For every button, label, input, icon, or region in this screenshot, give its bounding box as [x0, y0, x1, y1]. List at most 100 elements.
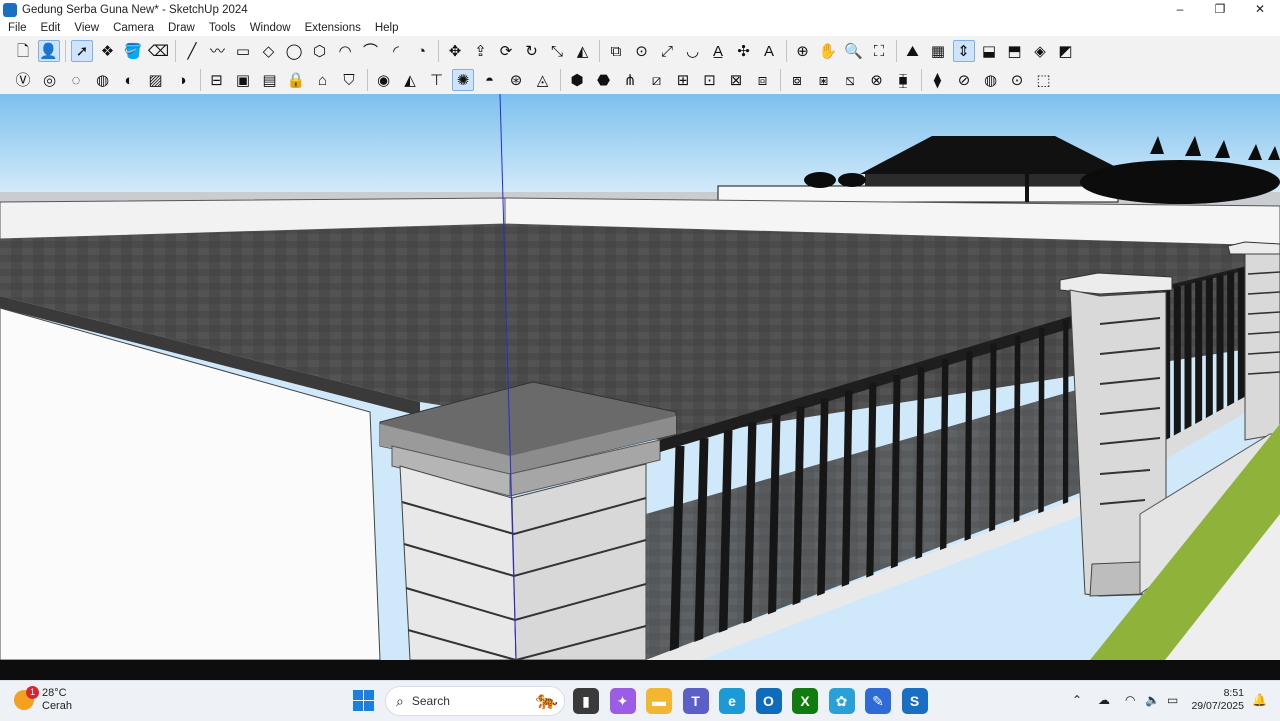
task-view-icon[interactable]: ▮ [573, 688, 599, 714]
notification-bell-icon[interactable]: 🔔 [1252, 693, 1267, 707]
text-tool-icon[interactable]: A̲ [707, 40, 729, 62]
sandbox-smoove-icon[interactable]: ⇕ [953, 40, 975, 62]
pen-app-icon[interactable]: ✎ [865, 688, 891, 714]
menu-extensions[interactable]: Extensions [297, 22, 367, 34]
clock[interactable]: 8:51 29/07/2025 [1191, 687, 1244, 713]
dimension-icon[interactable]: ⤢ [656, 40, 678, 62]
intersect-icon[interactable]: ⊗ [866, 69, 888, 91]
extension-warehouse-icon[interactable]: ⛉ [338, 69, 360, 91]
close-button[interactable]: ✕ [1240, 0, 1280, 19]
rectangle-icon[interactable]: ▭ [232, 40, 254, 62]
line-tool-icon[interactable]: ╱ [181, 40, 203, 62]
component-icon[interactable]: ❖ [97, 40, 119, 62]
section-plane-icon[interactable]: ⊟ [206, 69, 228, 91]
sandbox-scratch-icon[interactable]: ▦ [927, 40, 949, 62]
menu-tools[interactable]: Tools [201, 22, 242, 34]
follow-me-icon[interactable]: ↻ [521, 40, 543, 62]
color-app-icon[interactable]: ✿ [829, 688, 855, 714]
lock-icon[interactable]: 🔒 [285, 69, 307, 91]
tape-measure-icon[interactable]: ⊙ [631, 40, 653, 62]
section-fill-icon[interactable]: ▤ [259, 69, 281, 91]
outlook-icon[interactable]: O [756, 688, 782, 714]
battery-icon[interactable]: ▭ [1167, 693, 1178, 707]
copilot-icon[interactable]: ✦ [610, 688, 636, 714]
teams-icon[interactable]: T [683, 688, 709, 714]
axes-icon[interactable]: ✣ [733, 40, 755, 62]
wifi-icon[interactable]: ◠ [1125, 693, 1135, 707]
taskbar-search[interactable]: ⌕ Search 🐅 [385, 686, 565, 716]
sandbox-flip-edge-icon[interactable]: ◩ [1055, 40, 1077, 62]
style-wireframe-icon[interactable]: ◌ [65, 69, 87, 91]
left-view-icon[interactable]: ⧈ [752, 69, 774, 91]
offset-icon[interactable]: ⧉ [605, 40, 627, 62]
grass-icon[interactable]: ⋔ [619, 69, 641, 91]
top-view-icon[interactable]: ⬣ [593, 69, 615, 91]
fog-icon[interactable]: ◓ [479, 69, 501, 91]
front-view-icon[interactable]: ⊞ [672, 69, 694, 91]
model-viewport[interactable] [0, 94, 1280, 660]
menu-view[interactable]: View [66, 22, 105, 34]
rotate-icon[interactable]: ⟳ [495, 40, 517, 62]
shadows-icon[interactable]: ✺ [452, 69, 474, 91]
arc-2pt-icon[interactable]: ⌒ [360, 40, 382, 62]
circle-icon[interactable]: ◯ [283, 40, 305, 62]
menu-window[interactable]: Window [242, 22, 297, 34]
style-hidden-line-icon[interactable]: ◍ [92, 69, 114, 91]
pan-icon[interactable]: ✋ [817, 40, 839, 62]
sandbox-contours-icon[interactable]: ⛰ [902, 40, 924, 62]
weather-widget[interactable]: 1 28°C Cerah [14, 687, 72, 713]
volume-icon[interactable]: 🔈 [1145, 693, 1160, 707]
protractor-icon[interactable]: ◡ [682, 40, 704, 62]
sketchup-icon[interactable]: S [902, 688, 928, 714]
menu-camera[interactable]: Camera [105, 22, 160, 34]
xray-cube-icon[interactable]: ⊙ [1006, 69, 1028, 91]
back-view-icon[interactable]: ⊠ [725, 69, 747, 91]
style-backedges-icon[interactable]: ◎ [39, 69, 61, 91]
3d-text-icon[interactable]: A [758, 40, 780, 62]
select-tool-icon[interactable]: ➚ [71, 40, 93, 62]
scale-icon[interactable]: ⤡ [546, 40, 568, 62]
outer-shell-icon[interactable]: ⧇ [786, 69, 808, 91]
edge-icon[interactable]: e [719, 688, 745, 714]
tray-overflow-icon[interactable]: ⌃ [1072, 693, 1082, 707]
split-icon[interactable]: ⧫ [927, 69, 949, 91]
camera-position-icon[interactable]: ◬ [532, 69, 554, 91]
start-button[interactable] [353, 690, 374, 711]
zoom-extents-icon[interactable]: ⛶ [868, 40, 890, 62]
onedrive-icon[interactable]: ☁ [1098, 693, 1110, 707]
move-icon[interactable]: ✥ [444, 40, 466, 62]
sandbox-drape-icon[interactable]: ⬒ [1004, 40, 1026, 62]
flip-icon[interactable]: ◭ [572, 40, 594, 62]
right-view-icon[interactable]: ⊡ [699, 69, 721, 91]
pie-icon[interactable]: ◔ [411, 40, 433, 62]
move-cursor-icon[interactable]: ⬚ [1033, 69, 1055, 91]
account-icon[interactable]: 👤 [38, 40, 60, 62]
menu-help[interactable]: Help [367, 22, 405, 34]
menu-edit[interactable]: Edit [33, 22, 67, 34]
polygon-icon[interactable]: ⬡ [309, 40, 331, 62]
arc-3pt-icon[interactable]: ◜ [385, 40, 407, 62]
hide-icon[interactable]: ⊘ [953, 69, 975, 91]
section-cut-icon[interactable]: ▣ [232, 69, 254, 91]
union-icon[interactable]: ⧆ [813, 69, 835, 91]
style-textured-icon[interactable]: ▨ [145, 69, 167, 91]
new-file-icon[interactable]: 🗋 [12, 40, 34, 62]
sun-shadow-icon[interactable]: ◉ [373, 69, 395, 91]
subtract-icon[interactable]: ⧅ [839, 69, 861, 91]
arc-icon[interactable]: ◠ [334, 40, 356, 62]
menu-draw[interactable]: Draw [160, 22, 201, 34]
iso-view-icon[interactable]: ⬢ [566, 69, 588, 91]
style-monochrome-icon[interactable]: ◑ [171, 69, 193, 91]
fog-settings-icon[interactable]: ⊛ [505, 69, 527, 91]
warehouse-icon[interactable]: ⌂ [312, 69, 334, 91]
paint-bucket-icon[interactable]: 🪣 [122, 40, 144, 62]
rotated-rectangle-icon[interactable]: ◇ [258, 40, 280, 62]
minimize-button[interactable]: – [1160, 0, 1200, 19]
style-xray-icon[interactable]: Ⓥ [12, 69, 34, 91]
push-pull-icon[interactable]: ⇪ [470, 40, 492, 62]
sandbox-plane-icon[interactable]: ⧄ [646, 69, 668, 91]
maximize-button[interactable]: ❐ [1200, 0, 1240, 19]
xbox-icon[interactable]: X [792, 688, 818, 714]
menu-file[interactable]: File [0, 22, 33, 34]
solid-tools-icon[interactable]: ◭ [399, 69, 421, 91]
